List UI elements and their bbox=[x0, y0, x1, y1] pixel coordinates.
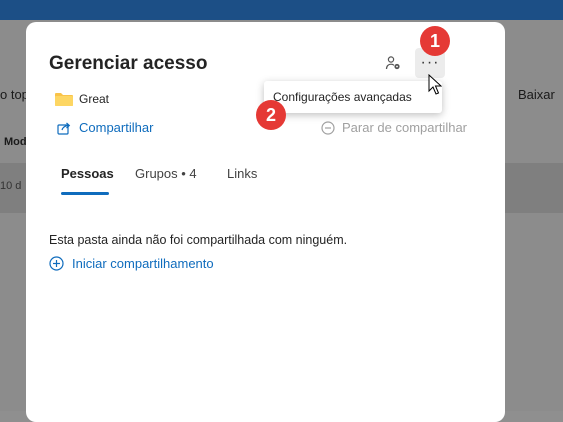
tab-groups[interactable]: Grupos • 4 bbox=[135, 166, 197, 181]
share-icon bbox=[57, 122, 71, 135]
background-text: o top bbox=[0, 87, 29, 102]
person-settings-icon bbox=[385, 56, 400, 70]
advanced-settings-tooltip: Configurações avançadas bbox=[264, 81, 442, 113]
dialog-title: Gerenciar acesso bbox=[49, 53, 208, 74]
selected-tab-indicator bbox=[61, 192, 109, 195]
tab-links[interactable]: Links bbox=[227, 166, 257, 181]
step-badge-1: 1 bbox=[420, 26, 450, 56]
background-column-header: Mod bbox=[4, 136, 27, 148]
app-top-bar bbox=[0, 0, 563, 20]
mouse-cursor-icon bbox=[428, 74, 442, 95]
background-date: 10 d bbox=[0, 180, 22, 192]
folder-name: Great bbox=[79, 92, 110, 106]
stop-sharing-button[interactable]: Parar de compartilhar bbox=[321, 120, 467, 135]
share-button[interactable]: Compartilhar bbox=[57, 120, 153, 135]
share-label: Compartilhar bbox=[79, 120, 154, 135]
manage-people-button[interactable] bbox=[382, 52, 404, 74]
start-sharing-button[interactable]: Iniciar compartilhamento bbox=[49, 256, 214, 271]
start-sharing-label: Iniciar compartilhamento bbox=[72, 256, 214, 271]
folder-icon bbox=[55, 93, 73, 106]
add-circle-icon bbox=[49, 256, 64, 271]
background-download-action: Baixar bbox=[518, 87, 555, 102]
step-badge-2: 2 bbox=[256, 100, 286, 130]
empty-state-message: Esta pasta ainda não foi compartilhada c… bbox=[49, 233, 348, 247]
folder-row: Great bbox=[55, 92, 109, 106]
tab-people[interactable]: Pessoas bbox=[61, 166, 114, 181]
minus-circle-icon bbox=[321, 120, 335, 135]
stop-sharing-label: Parar de compartilhar bbox=[342, 120, 467, 135]
